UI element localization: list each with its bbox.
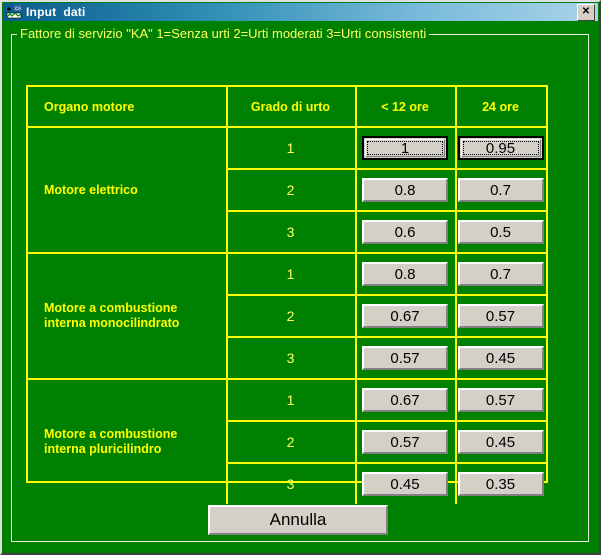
value-button-label: 0.7 bbox=[490, 181, 511, 199]
close-icon[interactable]: ✕ bbox=[577, 3, 595, 21]
value-button-label: 0.8 bbox=[394, 265, 416, 283]
value-button-label: 0.57 bbox=[485, 391, 516, 409]
header-grado-di-urto: Grado di urto bbox=[250, 99, 331, 114]
grade-cell: 3 bbox=[286, 224, 295, 240]
value-button-lt12[interactable]: 1 bbox=[362, 136, 448, 160]
header-lt-12-ore: < 12 ore bbox=[381, 99, 429, 114]
grade-cell: 3 bbox=[286, 476, 295, 492]
value-button-label: 0.95 bbox=[485, 139, 516, 157]
header-24-ore: 24 ore bbox=[482, 99, 519, 114]
value-button-label: 1 bbox=[400, 139, 410, 157]
value-button-label: 0.6 bbox=[394, 223, 416, 241]
value-button-h24[interactable]: 0.5 bbox=[457, 220, 544, 244]
value-button-label: 0.5 bbox=[490, 223, 511, 241]
value-button-label: 0.57 bbox=[390, 433, 420, 451]
value-button-lt12[interactable]: 0.67 bbox=[362, 304, 448, 328]
value-button-lt12[interactable]: 0.8 bbox=[362, 262, 448, 286]
value-button-label: 0.67 bbox=[390, 391, 420, 409]
grade-cell: 2 bbox=[286, 182, 295, 198]
value-button-label: 0.7 bbox=[490, 265, 511, 283]
value-button-label: 0.45 bbox=[390, 475, 420, 493]
ka-table: Organo motore Grado di urto < 12 ore 24 ore… bbox=[26, 85, 548, 504]
value-button-h24[interactable]: 0.57 bbox=[457, 388, 544, 412]
value-button-h24[interactable]: 0.95 bbox=[457, 136, 544, 160]
value-button-lt12[interactable]: 0.6 bbox=[362, 220, 448, 244]
group-label-2: Motore a combustione interna monocilindr… bbox=[44, 301, 180, 330]
value-button-h24[interactable]: 0.35 bbox=[457, 472, 544, 496]
value-button-label: 0.57 bbox=[390, 349, 420, 367]
column-divider-2 bbox=[355, 87, 357, 504]
grade-cell: 1 bbox=[286, 392, 295, 408]
value-button-label: 0.35 bbox=[485, 475, 516, 493]
value-button-h24[interactable]: 0.7 bbox=[457, 262, 544, 286]
group-label-1: Motore elettrico bbox=[44, 182, 138, 197]
svg-text:CA: CA bbox=[15, 6, 21, 11]
cancel-button[interactable]: Annulla bbox=[208, 505, 388, 535]
value-button-label: 0.57 bbox=[485, 307, 516, 325]
column-divider-3 bbox=[455, 87, 457, 504]
grade-cell: 1 bbox=[286, 140, 295, 156]
value-button-label: 0.67 bbox=[390, 307, 420, 325]
value-button-h24[interactable]: 0.45 bbox=[457, 430, 544, 454]
value-button-label: 0.45 bbox=[485, 349, 516, 367]
value-button-h24[interactable]: 0.57 bbox=[457, 304, 544, 328]
value-button-lt12[interactable]: 0.57 bbox=[362, 346, 448, 370]
grade-cell: 3 bbox=[286, 350, 295, 366]
value-button-h24[interactable]: 0.45 bbox=[457, 346, 544, 370]
value-button-label: 0.45 bbox=[485, 433, 516, 451]
value-button-lt12[interactable]: 0.8 bbox=[362, 178, 448, 202]
group-label-3: Motore a combustione interna pluricilind… bbox=[44, 427, 178, 456]
ka-groupbox-legend: Fattore di servizio "KA" 1=Senza urti 2=… bbox=[17, 27, 430, 41]
grade-cell: 1 bbox=[286, 266, 295, 282]
grade-cell: 2 bbox=[286, 434, 295, 450]
value-button-lt12[interactable]: 0.67 bbox=[362, 388, 448, 412]
value-button-h24[interactable]: 0.7 bbox=[457, 178, 544, 202]
header-organo-motore: Organo motore bbox=[44, 99, 135, 114]
value-button-lt12[interactable]: 0.57 bbox=[362, 430, 448, 454]
app-icon: CA bbox=[6, 4, 22, 20]
value-button-label: 0.8 bbox=[394, 181, 416, 199]
grade-cell: 2 bbox=[286, 308, 295, 324]
input-dati-window: CA Input dati ✕ Fattore di servizio "KA"… bbox=[0, 0, 601, 555]
title-bar[interactable]: CA Input dati ✕ bbox=[3, 3, 598, 21]
window-title: Input dati bbox=[26, 5, 86, 19]
value-button-lt12[interactable]: 0.45 bbox=[362, 472, 448, 496]
column-divider-1 bbox=[226, 87, 228, 504]
